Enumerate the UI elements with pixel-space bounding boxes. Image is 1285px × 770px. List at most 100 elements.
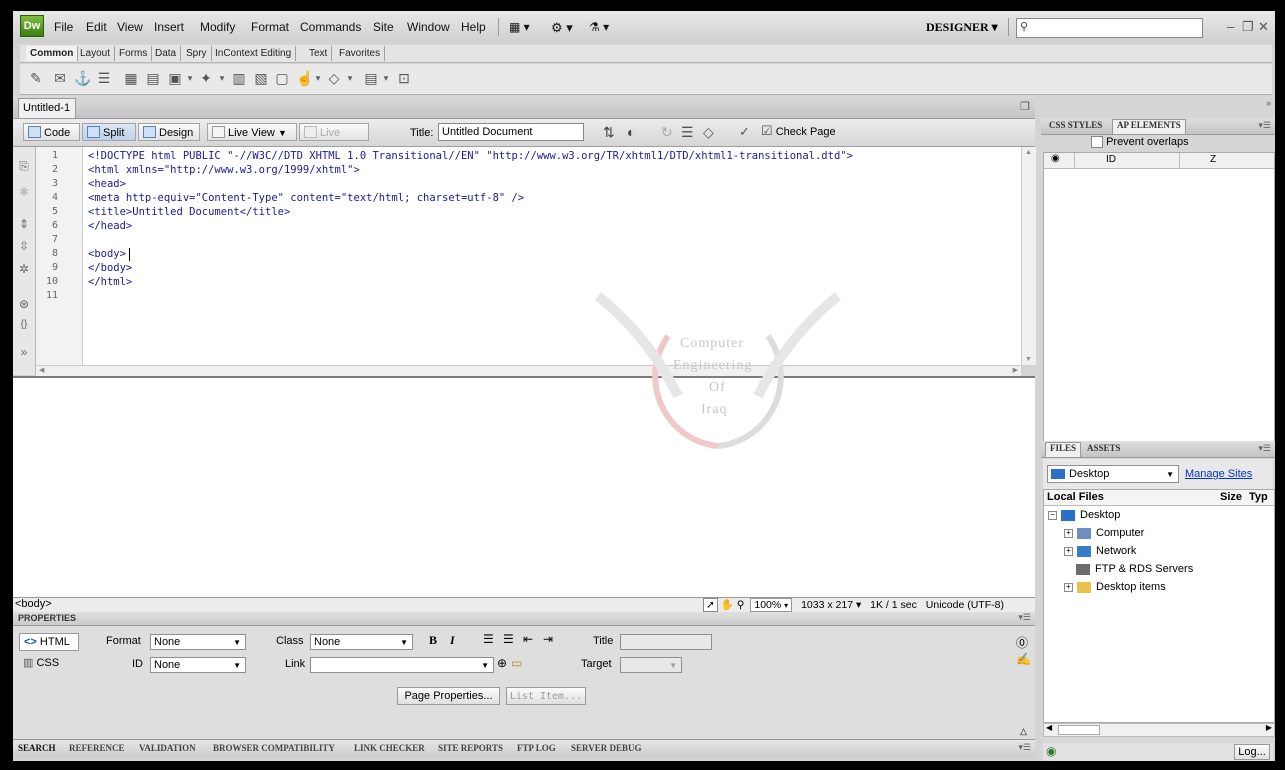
properties-header[interactable]: PROPERTIES ▾☰ (13, 612, 1035, 626)
css-mode-button[interactable]: ▥ CSS (19, 655, 79, 673)
class-select[interactable]: None ▼ (310, 634, 413, 650)
code-line[interactable]: <head> (88, 178, 126, 190)
design-view[interactable] (13, 378, 1035, 597)
help-icon[interactable]: ⓪ (1016, 634, 1028, 651)
indent-icon[interactable]: ⇥ (543, 632, 553, 646)
tab-validation[interactable]: VALIDATION (139, 743, 196, 753)
open-documents-icon[interactable]: ⎘ (16, 159, 32, 173)
tab-css-styles[interactable]: CSS STYLES (1045, 120, 1106, 130)
italic-button[interactable]: I (450, 633, 455, 648)
code-line[interactable]: <meta http-equiv="Content-Type" content=… (88, 192, 524, 204)
code-line[interactable]: <title>Untitled Document</title> (88, 206, 290, 218)
visual-aids-icon[interactable]: ◇ (703, 124, 714, 141)
browse-folder-icon[interactable]: ▭ (511, 656, 522, 670)
log-button[interactable]: Log... (1234, 744, 1270, 760)
tab-text[interactable]: Text (305, 46, 333, 61)
tab-search[interactable]: SEARCH (18, 743, 56, 753)
panel-menu-icon[interactable]: ▾☰ (1018, 742, 1031, 753)
tab-ap-elements[interactable]: AP ELEMENTS (1112, 119, 1186, 134)
unordered-list-icon[interactable]: ☰ (483, 632, 494, 646)
html-mode-button[interactable]: <> HTML (19, 633, 79, 651)
list-item-button[interactable]: List Item... (506, 687, 586, 705)
tab-forms[interactable]: Forms (115, 46, 153, 61)
tree-item-ftp-rds[interactable]: FTP & RDS Servers (1076, 563, 1193, 575)
code-line[interactable]: <!DOCTYPE html PUBLIC "-//W3C//DTD XHTML… (88, 150, 853, 162)
select-parent-tag-icon[interactable]: ⊛ (16, 297, 32, 311)
files-horizontal-scrollbar[interactable]: ◀ ▶ (1043, 723, 1275, 737)
show-code-navigator-icon[interactable]: ✱ (16, 185, 32, 199)
tab-incontext-editing[interactable]: InContext Editing (211, 46, 297, 61)
chevron-down-icon[interactable]: ▾ (310, 70, 326, 86)
hyperlink-icon[interactable]: ✎ (28, 70, 44, 86)
checkbox[interactable] (1091, 136, 1103, 149)
date-icon[interactable]: ▥ (231, 70, 247, 86)
document-title-input[interactable]: Untitled Document (438, 123, 584, 141)
split-view-button[interactable]: Split (82, 123, 136, 141)
tab-files[interactable]: FILES (1045, 442, 1082, 457)
document-tab[interactable]: Untitled-1 ✕ (18, 98, 76, 133)
collapse-full-tag-icon[interactable]: ⇕ (16, 217, 32, 231)
tree-item-desktop[interactable]: − Desktop (1048, 509, 1120, 521)
site-select[interactable]: Desktop ▼ (1047, 465, 1179, 483)
design-view-button[interactable]: Design (138, 123, 200, 141)
quick-tag-editor-icon[interactable]: ✍ (1016, 652, 1031, 666)
zoom-tool-icon[interactable]: ⚲ (737, 599, 745, 611)
chevron-down-icon[interactable]: ▾ (214, 70, 230, 86)
search-input[interactable]: ⚲ (1016, 18, 1203, 38)
zoom-select[interactable]: 100% ▾ (750, 598, 793, 612)
horizontal-rule-icon[interactable]: ☰ (96, 70, 112, 86)
comment-icon[interactable]: ▢ (274, 70, 290, 86)
prevent-overlaps-checkbox[interactable]: Prevent overlaps (1091, 136, 1189, 149)
expand-all-icon[interactable]: ✲ (16, 262, 32, 276)
chevron-down-icon[interactable]: ▾ (182, 70, 198, 86)
gear-icon[interactable]: ⚙ ▾ (551, 20, 573, 36)
id-select[interactable]: None ▼ (150, 657, 246, 673)
bold-button[interactable]: B (429, 633, 437, 648)
minimize-icon[interactable]: – (1227, 19, 1234, 34)
menu-site[interactable]: Site (373, 20, 394, 34)
tree-item-desktop-items[interactable]: + Desktop items (1064, 581, 1166, 593)
site-icon[interactable]: ⚗ ▾ (589, 20, 609, 34)
view-options-icon[interactable]: ☰ (681, 124, 694, 141)
tab-server-debug[interactable]: SERVER DEBUG (571, 743, 641, 753)
script-icon[interactable]: ◇ (326, 70, 342, 86)
tab-reference[interactable]: REFERENCE (69, 743, 125, 753)
more-icon[interactable]: » (16, 345, 32, 359)
layout-icon[interactable]: ▦ ▾ (509, 20, 530, 34)
code-line[interactable]: </head> (88, 220, 132, 232)
server-include-icon[interactable]: ▧ (253, 70, 269, 86)
preview-browser-icon[interactable]: ◐ (627, 124, 635, 140)
chevron-down-icon[interactable]: ▾ (342, 70, 358, 86)
code-line[interactable]: </html> (88, 276, 132, 288)
tab-data[interactable]: Data (151, 46, 182, 61)
page-properties-button[interactable]: Page Properties... (397, 687, 500, 705)
menu-edit[interactable]: Edit (86, 20, 107, 34)
tree-item-computer[interactable]: + Computer (1064, 527, 1144, 539)
select-tool-icon[interactable]: ➚ (703, 598, 718, 612)
restore-icon[interactable]: ❐ (1242, 19, 1254, 35)
tag-chooser-icon[interactable]: ⊡ (396, 70, 412, 86)
tag-selector[interactable]: <body> (15, 598, 52, 610)
code-line[interactable]: <html xmlns="http://www.w3.org/1999/xhtm… (88, 164, 360, 176)
tab-site-reports[interactable]: SITE REPORTS (438, 743, 503, 753)
media-icon[interactable]: ✦ (198, 70, 214, 86)
validate-markup-icon[interactable]: ✓ (739, 124, 750, 140)
panel-menu-icon[interactable]: ▾☰ (1258, 120, 1271, 131)
collapse-panel-icon[interactable]: △ (1020, 726, 1027, 737)
code-editor[interactable]: <!DOCTYPE html PUBLIC "-//W3C//DTD XHTML… (83, 147, 1021, 365)
menu-view[interactable]: View (117, 20, 143, 34)
window-size[interactable]: 1033 x 217 ▾ (801, 599, 861, 611)
expand-icon[interactable]: + (1064, 546, 1073, 556)
menu-file[interactable]: File (54, 20, 73, 34)
live-code-button[interactable]: Live Code (299, 123, 369, 157)
panel-menu-icon[interactable]: ▾☰ (1018, 612, 1031, 623)
link-input[interactable]: ▼ (310, 657, 494, 673)
code-line[interactable]: <body> (88, 248, 126, 260)
tab-link-checker[interactable]: LINK CHECKER (354, 743, 425, 753)
balance-braces-icon[interactable]: {} (16, 319, 32, 333)
menu-format[interactable]: Format (251, 20, 289, 34)
templates-icon[interactable]: ▤ (363, 70, 379, 86)
code-line[interactable]: </body> (88, 262, 132, 274)
refresh-icon[interactable]: ↻ (661, 124, 673, 141)
menu-insert[interactable]: Insert (154, 20, 184, 34)
